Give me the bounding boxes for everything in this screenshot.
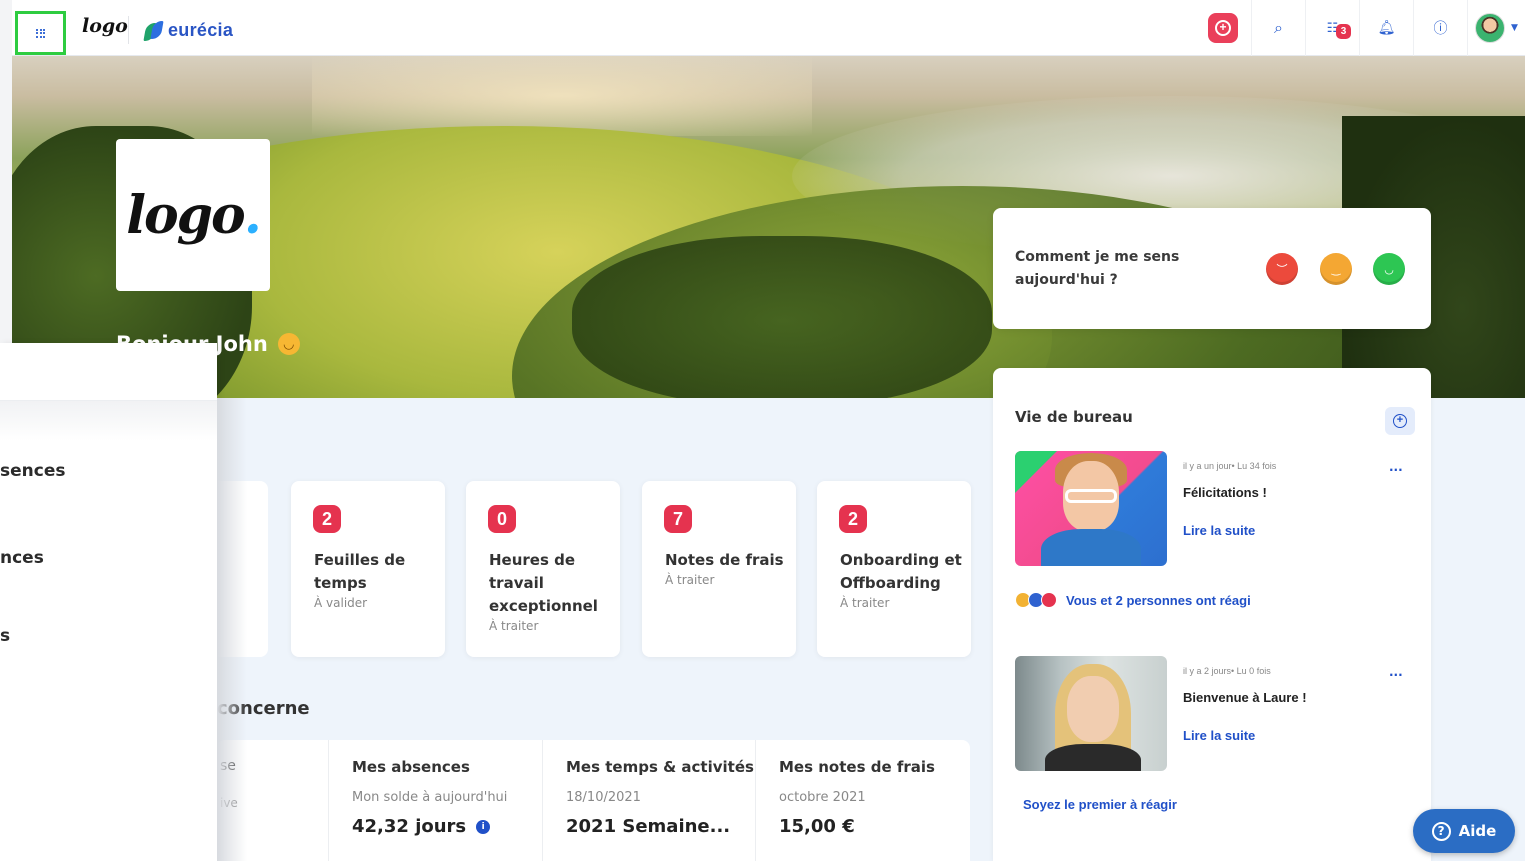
topbar-actions: + ⌕ ☷ 3 🔔︎ ⓘ ▼ [1195, 0, 1525, 56]
help-button[interactable]: ⓘ [1413, 0, 1467, 56]
tile-onboarding[interactable]: 2 Onboarding et Offboarding À traiter [817, 481, 971, 657]
my-time-card[interactable]: Mes temps & activités 18/10/2021 2021 Se… [542, 740, 756, 861]
card-subtitle: Mon solde à aujourd'hui [352, 790, 508, 805]
card-value: 42,32 jours [352, 816, 467, 837]
search-button[interactable]: ⌕ [1251, 0, 1305, 56]
read-more-link[interactable]: Lire la suite [1183, 728, 1255, 743]
post-image[interactable] [1015, 656, 1167, 771]
card-subtitle: 18/10/2021 [566, 790, 641, 805]
happy-face-icon[interactable]: ◡ [1373, 253, 1405, 285]
menu-item-absences[interactable]: sences [0, 461, 65, 481]
card-title: Mes absences [352, 758, 470, 776]
post-image[interactable] [1015, 451, 1167, 566]
my-info-panel: se ive Mes absences Mon solde à aujourd'… [217, 740, 970, 861]
tile-count: 2 [313, 505, 341, 533]
tile-title: Feuilles de temps [314, 551, 406, 592]
company-logo[interactable]: logo [82, 15, 128, 37]
notifications-button[interactable]: 🔔︎ [1359, 0, 1413, 56]
user-menu[interactable]: ▼ [1467, 0, 1525, 56]
tile-count: 2 [839, 505, 867, 533]
post-title[interactable]: Félicitations ! [1183, 485, 1267, 500]
info-icon[interactable]: i [476, 819, 491, 834]
brand-name: eurécia [168, 20, 234, 40]
reactions-row[interactable]: Vous et 2 personnes ont réagi [1015, 592, 1251, 608]
tile-status: À traiter [489, 619, 539, 633]
company-logo-card: logo. [116, 139, 270, 291]
post-title[interactable]: Bienvenue à Laure ! [1183, 690, 1307, 705]
eurecia-icon [143, 20, 164, 41]
mood-card: Comment je me sens aujourd'hui ? ︶ ‿ ◡ [993, 208, 1431, 329]
brand-logo[interactable]: eurécia [143, 20, 234, 41]
more-options-button[interactable]: ... [1389, 460, 1403, 474]
tasks-button[interactable]: ☷ 3 [1305, 0, 1359, 56]
reaction-icons [1015, 592, 1057, 608]
card-title: Mes notes de frais [779, 758, 935, 776]
tile-timesheets[interactable]: 2 Feuilles de temps À valider [291, 481, 445, 657]
help-chat-button[interactable]: ? Aide [1413, 809, 1515, 853]
card-value: 15,00 € [779, 816, 855, 837]
tile-count: 7 [664, 505, 692, 533]
mood-question: Comment je me sens aujourd'hui ? [1015, 249, 1180, 288]
plus-circle-icon: + [1393, 414, 1407, 428]
tile-status: À valider [314, 596, 368, 610]
tile-count: 0 [488, 505, 516, 533]
tile-title: Onboarding et Offboarding [840, 551, 962, 592]
card-value: 2021 Semaine... [566, 816, 731, 837]
tile-overtime[interactable]: 0 Heures de travail exceptionnel À trait… [466, 481, 620, 657]
tile-expenses[interactable]: 7 Notes de frais À traiter [642, 481, 796, 657]
add-post-button[interactable]: + [1385, 407, 1415, 435]
help-label: Aide [1458, 822, 1497, 840]
bell-icon: 🔔︎ [1377, 20, 1396, 36]
app-menu-dropdown: sences nces s [0, 343, 217, 861]
my-absences-card[interactable]: Mes absences Mon solde à aujourd'hui 42,… [328, 740, 542, 861]
tile-title: Notes de frais [665, 551, 784, 569]
smile-emoji-icon: ◡ [277, 333, 300, 355]
question-icon: ? [1431, 821, 1451, 841]
panel-title: Vie de bureau [1015, 408, 1133, 426]
divider [128, 16, 129, 44]
plus-circle-icon: + [1208, 13, 1238, 43]
angry-face-icon[interactable]: ︶ [1266, 253, 1298, 285]
app-launcher-button[interactable] [15, 11, 66, 55]
chevron-down-icon: ▼ [1511, 23, 1518, 33]
hero-logo-text: logo [126, 184, 245, 246]
tile-title: Heures de travail exceptionnel [489, 551, 598, 615]
top-bar: logo eurécia + ⌕ ☷ 3 🔔︎ ⓘ ▼ [0, 0, 1525, 861]
create-button[interactable]: + [1195, 0, 1251, 56]
tasks-badge: 3 [1336, 24, 1351, 39]
avatar [1475, 13, 1506, 43]
tile-status: À traiter [840, 596, 890, 610]
post-meta: il y a un jour• Lu 34 fois [1183, 461, 1277, 471]
dropdown-shadow [217, 398, 247, 861]
heart-icon [1041, 592, 1057, 608]
reactions-text: Vous et 2 personnes ont réagi [1066, 592, 1251, 608]
card-title: Mes temps & activités [566, 758, 754, 776]
search-icon: ⌕ [1274, 18, 1283, 37]
menu-item[interactable]: nces [0, 548, 44, 568]
pin-icon [1015, 451, 1057, 493]
react-first-link[interactable]: Soyez le premier à réagir [1023, 797, 1177, 812]
menu-item[interactable]: s [0, 626, 10, 646]
post-meta: il y a 2 jours• Lu 0 fois [1183, 666, 1271, 676]
more-options-button[interactable]: ... [1389, 665, 1403, 679]
grid-icon [36, 28, 45, 38]
office-life-panel: Vie de bureau + il y a un jour• Lu 34 fo… [993, 368, 1431, 861]
tile-status: À traiter [665, 573, 715, 587]
neutral-face-icon[interactable]: ‿ [1320, 253, 1352, 285]
help-circle-icon: ⓘ [1433, 21, 1448, 37]
read-more-link[interactable]: Lire la suite [1183, 523, 1255, 538]
my-expenses-card[interactable]: Mes notes de frais octobre 2021 15,00 € [755, 740, 970, 861]
card-subtitle: octobre 2021 [779, 790, 866, 805]
